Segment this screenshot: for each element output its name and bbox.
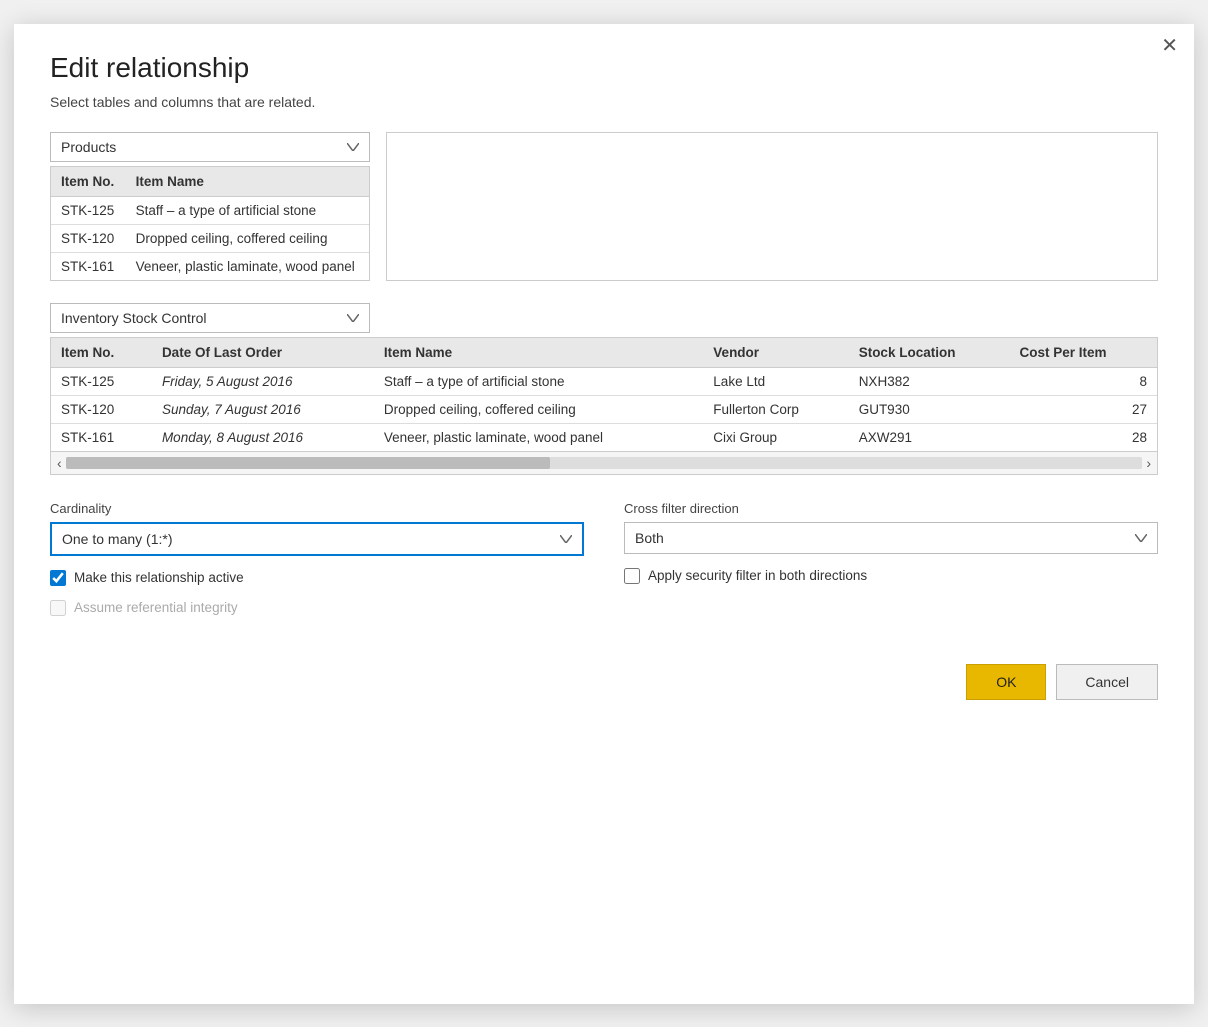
- table2-container: Item No. Date Of Last Order Item Name Ve…: [50, 337, 1158, 475]
- cell-cost: 8: [1010, 367, 1157, 395]
- table-row[interactable]: STK-120 Sunday, 7 August 2016 Dropped ce…: [51, 395, 1157, 423]
- table2-scrollbar[interactable]: ‹ ›: [51, 451, 1157, 474]
- scroll-track[interactable]: [66, 457, 1143, 469]
- footer: OK Cancel: [50, 664, 1158, 700]
- cell-date: Friday, 5 August 2016: [152, 367, 374, 395]
- active-checkbox[interactable]: [50, 570, 66, 586]
- table2-dropdown[interactable]: Inventory Stock Control: [50, 303, 370, 333]
- table1-select-wrapper: Products: [50, 132, 370, 162]
- table2-col-itemname: Item Name: [374, 338, 703, 368]
- integrity-checkbox-row: Assume referential integrity: [50, 600, 584, 616]
- table-row[interactable]: STK-161 Veneer, plastic laminate, wood p…: [51, 252, 369, 280]
- security-checkbox[interactable]: [624, 568, 640, 584]
- dialog-subtitle: Select tables and columns that are relat…: [50, 94, 1158, 110]
- cell-itemno: STK-125: [51, 367, 152, 395]
- table1-left: Products Item No. Item Name STK-125: [50, 132, 370, 281]
- table1-header-row: Item No. Item Name: [51, 167, 369, 197]
- active-checkbox-row: Make this relationship active: [50, 570, 584, 586]
- cardinality-dropdown[interactable]: One to many (1:*) Many to one (*:1) One …: [50, 522, 584, 556]
- table1-section: Products Item No. Item Name STK-125: [50, 132, 1158, 281]
- cell-itemno: STK-161: [51, 252, 126, 280]
- cell-itemname: Staff – a type of artificial stone: [374, 367, 703, 395]
- security-checkbox-row: Apply security filter in both directions: [624, 568, 1158, 584]
- table2-select-wrapper: Inventory Stock Control: [50, 303, 1158, 333]
- cell-itemno: STK-120: [51, 395, 152, 423]
- table2-col-stock: Stock Location: [849, 338, 1010, 368]
- controls-row: Cardinality One to many (1:*) Many to on…: [50, 501, 1158, 616]
- integrity-label: Assume referential integrity: [74, 600, 238, 615]
- cell-itemname: Veneer, plastic laminate, wood panel: [126, 252, 369, 280]
- table1: Item No. Item Name STK-125 Staff – a typ…: [51, 167, 369, 280]
- cell-itemname: Staff – a type of artificial stone: [126, 196, 369, 224]
- integrity-checkbox: [50, 600, 66, 616]
- scroll-left-arrow[interactable]: ‹: [57, 455, 62, 471]
- cell-itemname: Dropped ceiling, coffered ceiling: [126, 224, 369, 252]
- table1-right-empty: [386, 132, 1158, 281]
- cell-vendor: Fullerton Corp: [703, 395, 848, 423]
- table1-dropdown[interactable]: Products: [50, 132, 370, 162]
- cell-itemno: STK-161: [51, 423, 152, 451]
- cell-cost: 27: [1010, 395, 1157, 423]
- cell-itemname: Veneer, plastic laminate, wood panel: [374, 423, 703, 451]
- scroll-right-arrow[interactable]: ›: [1146, 455, 1151, 471]
- crossfilter-group: Cross filter direction Both Single Apply…: [624, 501, 1158, 584]
- edit-relationship-dialog: ✕ Edit relationship Select tables and co…: [14, 24, 1194, 1004]
- table2-header-row: Item No. Date Of Last Order Item Name Ve…: [51, 338, 1157, 368]
- cardinality-group: Cardinality One to many (1:*) Many to on…: [50, 501, 584, 616]
- scroll-thumb: [66, 457, 550, 469]
- cell-itemno: STK-120: [51, 224, 126, 252]
- table2: Item No. Date Of Last Order Item Name Ve…: [51, 338, 1157, 451]
- cancel-button[interactable]: Cancel: [1056, 664, 1158, 700]
- table-row[interactable]: STK-125 Friday, 5 August 2016 Staff – a …: [51, 367, 1157, 395]
- active-label: Make this relationship active: [74, 570, 244, 585]
- table1-container: Item No. Item Name STK-125 Staff – a typ…: [50, 166, 370, 281]
- cell-vendor: Lake Ltd: [703, 367, 848, 395]
- table-row[interactable]: STK-161 Monday, 8 August 2016 Veneer, pl…: [51, 423, 1157, 451]
- cell-stock: NXH382: [849, 367, 1010, 395]
- cell-itemno: STK-125: [51, 196, 126, 224]
- table1-col-itemname: Item Name: [126, 167, 369, 197]
- ok-button[interactable]: OK: [966, 664, 1046, 700]
- table2-col-vendor: Vendor: [703, 338, 848, 368]
- cell-itemname: Dropped ceiling, coffered ceiling: [374, 395, 703, 423]
- security-label: Apply security filter in both directions: [648, 568, 867, 583]
- table1-col-itemno: Item No.: [51, 167, 126, 197]
- cell-stock: GUT930: [849, 395, 1010, 423]
- table2-section: Inventory Stock Control Item No. Date Of…: [50, 303, 1158, 475]
- cell-date: Monday, 8 August 2016: [152, 423, 374, 451]
- table2-col-itemno: Item No.: [51, 338, 152, 368]
- table2-col-cost: Cost Per Item: [1010, 338, 1157, 368]
- table2-col-date: Date Of Last Order: [152, 338, 374, 368]
- cell-cost: 28: [1010, 423, 1157, 451]
- dialog-title: Edit relationship: [50, 52, 1158, 84]
- cardinality-label: Cardinality: [50, 501, 584, 516]
- close-button[interactable]: ✕: [1161, 36, 1178, 56]
- cell-stock: AXW291: [849, 423, 1010, 451]
- cell-vendor: Cixi Group: [703, 423, 848, 451]
- table-row[interactable]: STK-120 Dropped ceiling, coffered ceilin…: [51, 224, 369, 252]
- crossfilter-label: Cross filter direction: [624, 501, 1158, 516]
- table-row[interactable]: STK-125 Staff – a type of artificial sto…: [51, 196, 369, 224]
- cell-date: Sunday, 7 August 2016: [152, 395, 374, 423]
- crossfilter-dropdown[interactable]: Both Single: [624, 522, 1158, 554]
